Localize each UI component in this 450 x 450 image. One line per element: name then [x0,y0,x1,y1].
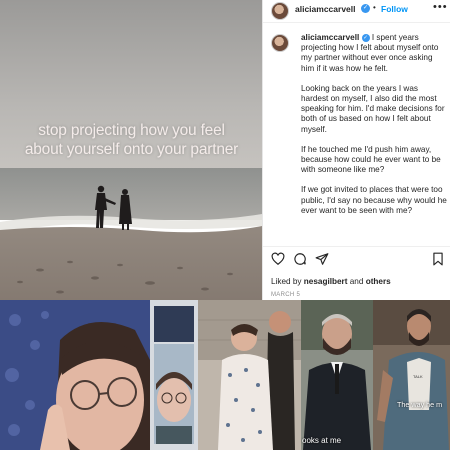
phone-screenshot-image [150,300,198,450]
beach-photo: stop projecting how you feel about yours… [0,0,262,300]
verified-badge-icon: ✓ [361,4,370,13]
actions-divider [263,246,450,247]
likes-prefix: Liked by [271,277,302,286]
couple-party-image [198,300,301,450]
video-tile-4[interactable]: ooks at me [301,300,373,450]
instagram-post-panel: aliciamccarvell ✓ • Follow ••• aliciamcc… [262,0,450,300]
caption-paragraph-4: If we got invited to places that were to… [301,185,447,215]
comment-icon[interactable] [293,252,307,266]
more-options-icon[interactable]: ••• [433,1,448,13]
likes-and: and [349,277,364,286]
header-avatar[interactable] [271,2,289,20]
heart-icon[interactable] [271,252,285,266]
overlay-text-line2: about yourself onto your partner [24,141,239,158]
likes-others[interactable]: others [366,277,391,286]
video-tile-3[interactable] [198,300,301,450]
video-tile-2[interactable] [150,300,198,450]
share-icon[interactable] [315,252,329,266]
video-tile-1[interactable] [0,300,150,450]
man-tattoos-image: TALK [373,300,450,450]
post-caption: aliciamccarvell ✓ I spent years projecti… [301,33,447,226]
liked-by-user[interactable]: nesagilbert [304,277,348,286]
header-username[interactable]: aliciamccarvell [295,4,356,14]
shirt-print: TALK [413,374,423,379]
man-in-suit-image [301,300,373,450]
video-caption-4: ooks at me [302,436,342,445]
separator-dot: • [373,3,376,12]
verified-badge-icon: ✓ [361,33,370,42]
caption-paragraph-3: If he touched me I'd push him away, beca… [301,144,441,175]
bookmark-icon[interactable] [431,252,445,266]
video-caption-5: The way he m [397,400,443,409]
caption-paragraph-2: Looking back on the years I was hardest … [301,83,445,134]
caption-paragraph-1: aliciamccarvell ✓ I spent years projecti… [301,33,447,74]
likes-text: Liked by nesagilbert and others [271,277,391,286]
video-tile-5[interactable]: TALK The way he m [373,300,450,450]
header-divider [263,22,450,23]
caption-username[interactable]: aliciamccarvell [301,33,359,42]
overlay-text-line1: stop projecting how you feel [38,122,225,139]
post-date: MARCH 5 [271,292,301,298]
follow-button[interactable]: Follow [381,4,408,14]
caption-avatar[interactable] [271,34,289,52]
selfie-closeup-image [0,300,150,450]
